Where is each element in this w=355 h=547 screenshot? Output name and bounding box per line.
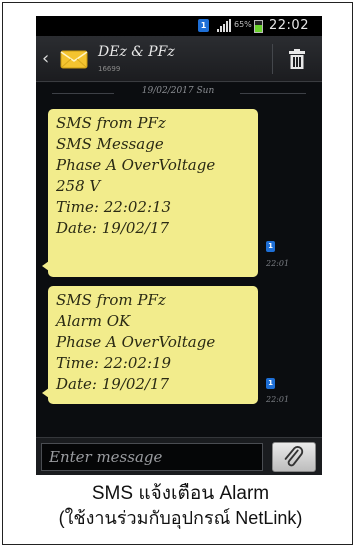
message-bubble[interactable]: SMS from PFz Alarm OK Phase A OverVoltag… (42, 286, 258, 404)
message-list[interactable]: 19/02/2017 Sun SMS from PFz SMS Message … (36, 83, 322, 437)
date-separator-line (52, 93, 114, 94)
message-line: Time: 22:02:13 (56, 198, 172, 216)
caption-line-2: (ใช้งานร่วมกับอุปกรณ์ NetLink) (58, 508, 303, 528)
date-separator: 19/02/2017 Sun (36, 86, 322, 100)
battery-percent: 65% (234, 20, 252, 29)
status-time: 22:02 (269, 18, 309, 33)
message-line: 258 V (56, 177, 101, 195)
message-line: Date: 19/02/17 (56, 375, 170, 393)
message-time: 22:01 (266, 395, 290, 404)
figure-frame: 1 65% 22:02 ‹ DEz & PFz 16699 19/02/2017… (2, 2, 353, 545)
message-line: SMS from PFz (56, 291, 166, 309)
date-separator-label: 19/02/2017 Sun (141, 86, 215, 96)
battery-icon (254, 20, 263, 33)
sim-icon: 1 (198, 19, 209, 32)
signal-icon (217, 19, 231, 32)
sim-icon: 1 (266, 378, 275, 389)
compose-bar (36, 437, 322, 475)
caption-line-1: SMS แจ้งเตือน Alarm (91, 483, 270, 504)
figure-caption: SMS แจ้งเตือน Alarm (ใช้งานร่วมกับอุปกรณ… (6, 481, 355, 531)
back-icon[interactable]: ‹ (42, 50, 54, 68)
message-line: Date: 19/02/17 (56, 219, 170, 237)
sim-icon: 1 (266, 241, 275, 252)
paperclip-icon (284, 446, 304, 467)
envelope-icon (60, 50, 88, 69)
message-time: 22:01 (266, 259, 290, 268)
status-bar: 1 65% 22:02 (36, 16, 322, 36)
phone-screen: 1 65% 22:02 ‹ DEz & PFz 16699 19/02/2017… (36, 16, 322, 475)
message-input[interactable] (41, 443, 263, 471)
header-divider (272, 44, 273, 74)
message-line: Phase A OverVoltage (56, 156, 216, 174)
message-line: Time: 22:02:19 (56, 354, 172, 372)
conversation-header: ‹ DEz & PFz 16699 (36, 36, 322, 82)
message-bubble[interactable]: SMS from PFz SMS Message Phase A OverVol… (42, 109, 258, 277)
message-line: Alarm OK (56, 312, 131, 330)
date-separator-line (240, 93, 306, 94)
message-line: SMS from PFz (56, 114, 166, 132)
contact-name: DEz & PFz (98, 44, 175, 60)
trash-icon[interactable] (286, 48, 308, 70)
attach-button[interactable] (272, 442, 316, 472)
message-line: Phase A OverVoltage (56, 333, 216, 351)
message-line: SMS Message (56, 135, 164, 153)
contact-number: 16699 (98, 65, 121, 73)
